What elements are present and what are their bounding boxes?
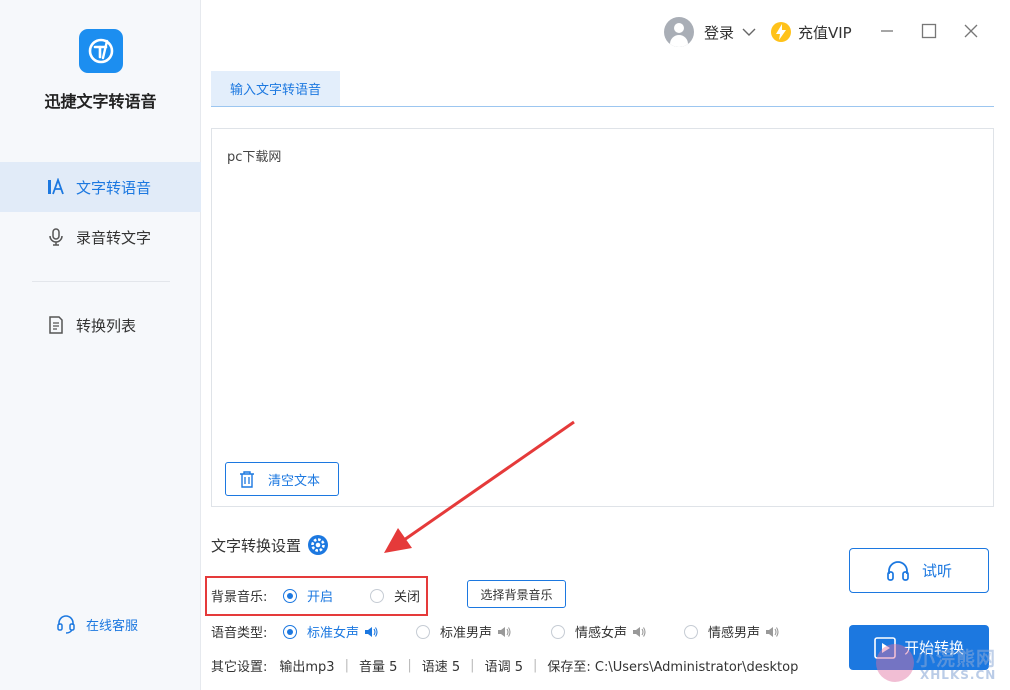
bg-music-on-radio[interactable]: 开启 xyxy=(283,586,333,605)
voice-standard-male-radio[interactable]: 标准男声 xyxy=(416,622,511,641)
tab-label: 输入文字转语音 xyxy=(229,83,321,98)
radio-unselected-icon xyxy=(416,624,430,639)
tab-input-text-to-speech[interactable]: 输入文字转语音 xyxy=(211,71,340,106)
radio-unselected-icon xyxy=(370,588,384,603)
voice-emotional-male-radio[interactable]: 情感男声 xyxy=(684,622,779,641)
watermark-subtext: XHLKS.CN xyxy=(920,668,997,682)
bg-music-off-radio[interactable]: 关闭 xyxy=(370,586,420,605)
microphone-icon xyxy=(46,227,66,247)
minimize-icon xyxy=(881,30,893,32)
speaker-icon[interactable] xyxy=(765,626,779,638)
save-path-setting[interactable]: 保存至: C:\Users\Administrator\desktop xyxy=(547,656,798,675)
clear-text-label: 清空文本 xyxy=(268,473,321,489)
login-label: 登录 xyxy=(704,23,735,42)
sidebar-item-label: 转换列表 xyxy=(76,316,137,335)
sidebar-item-speech-to-text[interactable]: 录音转文字 xyxy=(0,212,201,262)
maximize-button[interactable] xyxy=(918,20,940,42)
separator: | xyxy=(407,658,412,673)
listen-button[interactable]: 试听 xyxy=(849,548,989,593)
voice-option-label: 标准男声 xyxy=(440,626,493,641)
sidebar-item-conversion-list[interactable]: 转换列表 xyxy=(0,300,201,350)
recharge-vip-button[interactable]: 充值VIP xyxy=(770,21,852,43)
output-format-link[interactable]: 输出mp3 xyxy=(279,656,334,675)
radio-unselected-icon xyxy=(551,624,565,639)
bg-music-off-label: 关闭 xyxy=(394,590,421,605)
online-service-link[interactable]: 在线客服 xyxy=(56,614,138,634)
login-button[interactable]: 登录 xyxy=(664,17,756,47)
volume-setting[interactable]: 音量 5 xyxy=(359,656,397,675)
radio-selected-icon xyxy=(283,588,297,603)
speaker-icon[interactable] xyxy=(632,626,646,638)
voice-option-label: 情感男声 xyxy=(708,626,761,641)
text-input-area[interactable]: pc下载网 清空文本 xyxy=(211,128,994,507)
separator: | xyxy=(532,658,538,673)
voice-standard-female-radio[interactable]: 标准女声 xyxy=(283,622,378,641)
vip-label: 充值VIP xyxy=(798,23,852,42)
speed-setting[interactable]: 语速 5 xyxy=(422,656,460,675)
close-button[interactable] xyxy=(960,20,982,42)
pitch-setting[interactable]: 语调 5 xyxy=(485,656,523,675)
sidebar-item-label: 录音转文字 xyxy=(76,228,152,247)
sidebar-item-text-to-speech[interactable]: 文字转语音 xyxy=(0,162,201,212)
avatar-icon xyxy=(664,17,694,47)
separator: | xyxy=(470,658,475,673)
watermark-logo-icon xyxy=(876,644,914,682)
tab-underline xyxy=(211,106,994,107)
logo-icon xyxy=(88,38,114,64)
listen-label: 试听 xyxy=(921,562,952,580)
editor-text[interactable]: pc下载网 xyxy=(227,146,281,165)
minimize-button[interactable] xyxy=(876,20,898,42)
bg-music-on-label: 开启 xyxy=(307,590,334,605)
voice-option-label: 情感女声 xyxy=(575,626,628,641)
voice-type-label: 语音类型: xyxy=(211,626,268,641)
text-to-speech-icon xyxy=(46,177,66,197)
choose-bg-music-button[interactable]: 选择背景音乐 xyxy=(467,580,566,608)
choose-bg-music-label: 选择背景音乐 xyxy=(480,587,553,602)
trash-icon xyxy=(238,470,256,488)
sidebar-item-label: 文字转语音 xyxy=(76,178,152,197)
chevron-down-icon xyxy=(742,28,756,36)
settings-title: 文字转换设置 xyxy=(211,534,329,556)
voice-emotional-female-radio[interactable]: 情感女声 xyxy=(551,622,646,641)
radio-unselected-icon xyxy=(684,624,698,639)
voice-type-label-row: 语音类型: xyxy=(211,622,267,641)
vip-bolt-icon xyxy=(771,22,791,42)
app-name: 迅捷文字转语音 xyxy=(44,92,157,111)
conversion-list-icon xyxy=(46,315,66,335)
maximize-icon xyxy=(921,23,937,39)
separator: | xyxy=(344,658,349,673)
sidebar: 迅捷文字转语音 文字转语音 录音转文字 转换列表 在线客服 xyxy=(0,0,201,690)
settings-title-label: 文字转换设置 xyxy=(211,536,302,555)
headset-icon xyxy=(56,614,76,634)
gear-icon[interactable] xyxy=(307,534,329,556)
app-logo xyxy=(79,29,123,73)
bg-music-label-row: 背景音乐: xyxy=(211,586,267,605)
sidebar-divider xyxy=(32,281,170,282)
online-service-label: 在线客服 xyxy=(86,618,139,634)
speaker-icon[interactable] xyxy=(364,626,378,638)
site-watermark: 小浣熊网 XHLKS.CN xyxy=(872,640,1010,690)
radio-selected-icon xyxy=(283,624,297,639)
voice-option-label: 标准女声 xyxy=(307,626,360,641)
bg-music-label: 背景音乐: xyxy=(211,590,268,605)
other-settings-label: 其它设置: xyxy=(211,660,268,675)
speaker-icon[interactable] xyxy=(497,626,511,638)
clear-text-button[interactable]: 清空文本 xyxy=(225,462,339,496)
headphones-icon xyxy=(886,560,910,582)
other-settings-row: 其它设置: 输出mp3 | 音量 5 | 语速 5 | 语调 5 | 保存至: … xyxy=(211,656,798,675)
close-icon xyxy=(964,24,978,38)
watermark-text: 小浣熊网 xyxy=(916,648,997,670)
